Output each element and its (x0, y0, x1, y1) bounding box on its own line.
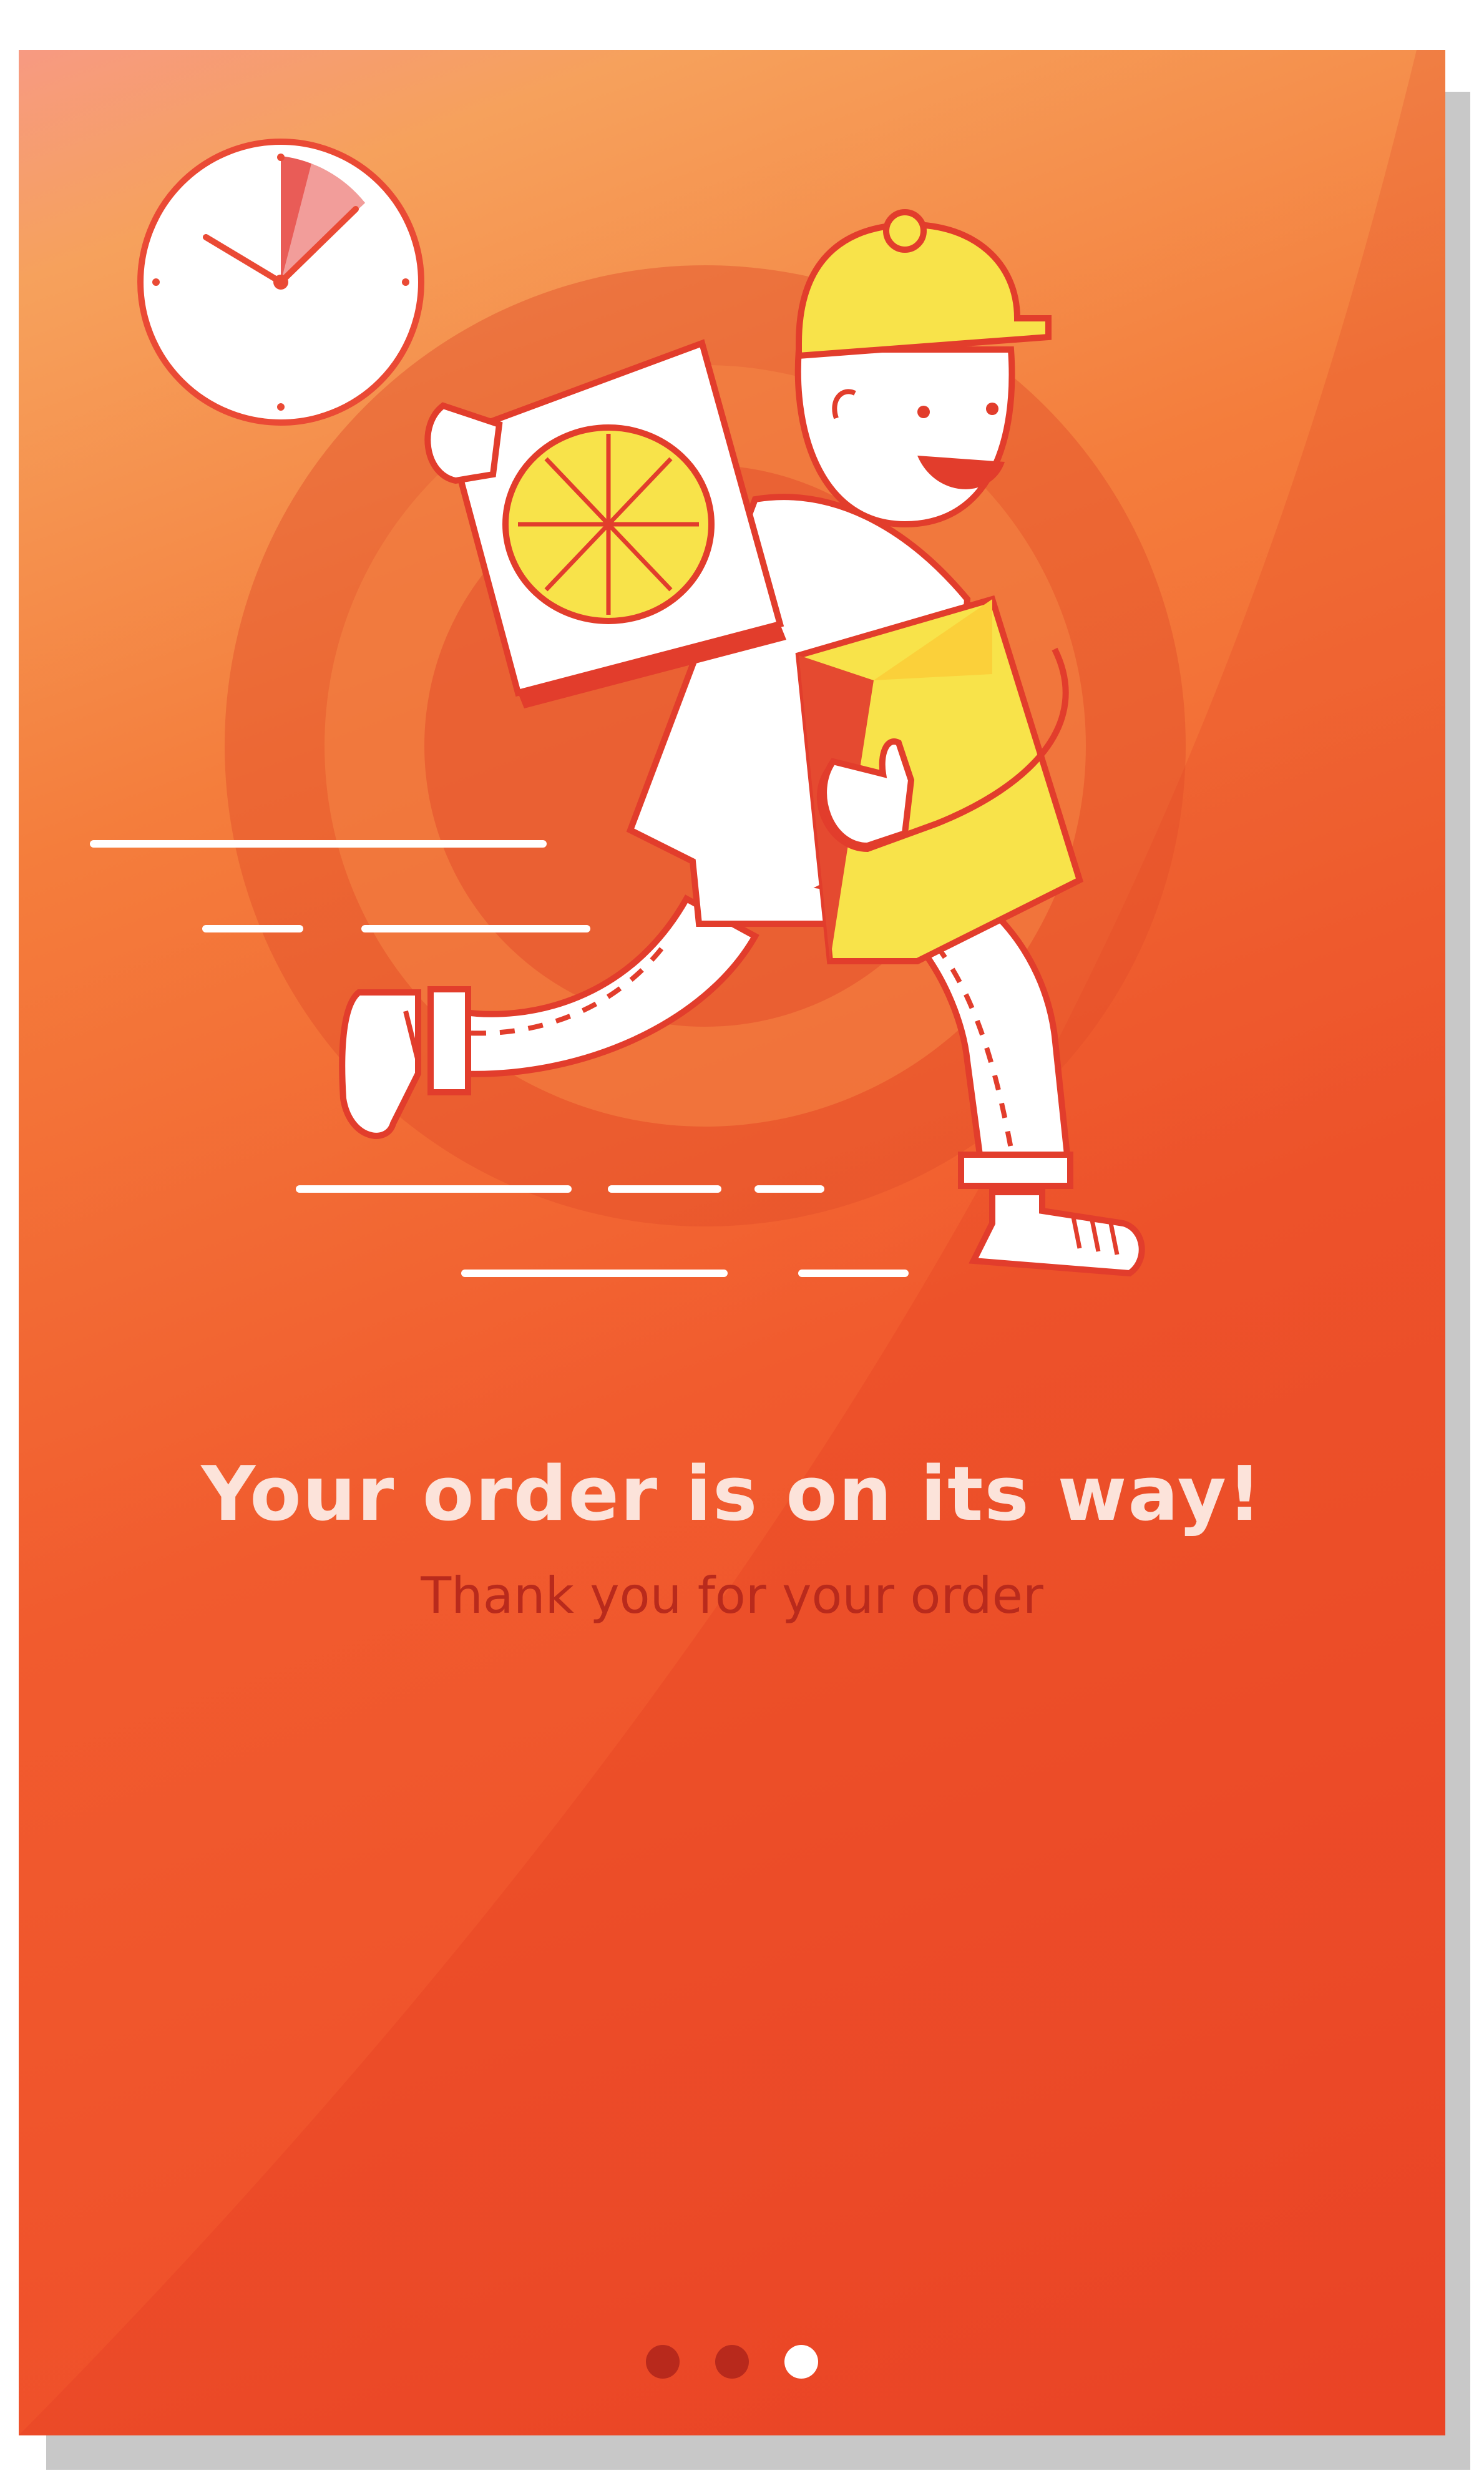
pizza-box-icon (424, 339, 786, 708)
page-dot-1[interactable] (646, 2345, 680, 2379)
courier-back-leg (339, 894, 759, 1139)
order-status-title: Your order is on its way! (201, 1451, 1263, 1538)
delivery-illustration (90, 139, 1145, 1277)
page-indicator (19, 2345, 1445, 2379)
clock-icon (137, 139, 424, 426)
order-thanks-subtitle: Thank you for your order (421, 1567, 1043, 1625)
cap-icon (796, 221, 1052, 360)
food-bag-icon (795, 595, 1084, 964)
onboarding-screen: Your order is on its way! Thank you for … (19, 50, 1445, 2435)
page-dot-3-active[interactable] (784, 2345, 818, 2379)
page-dot-2[interactable] (715, 2345, 749, 2379)
courier-head (794, 209, 1052, 528)
